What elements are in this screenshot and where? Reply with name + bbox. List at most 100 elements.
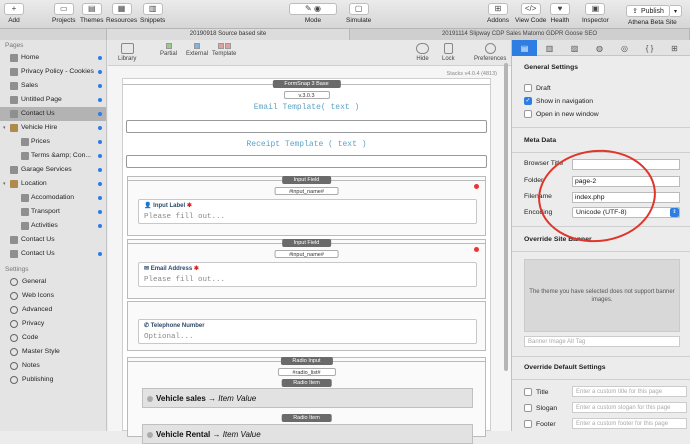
checkmark-icon: ✓ — [524, 97, 532, 105]
sidebar-settings-item[interactable]: Master Style — [0, 345, 106, 359]
lock-button[interactable]: Lock — [442, 43, 455, 62]
sidebar-page-item[interactable]: ▾ Vehicle Hire — [0, 121, 106, 135]
sidebar-settings-label: Code — [22, 334, 39, 341]
tab-slipway-site[interactable]: 20191114 Slipway CDP Sales Matomo GDPR G… — [350, 29, 690, 40]
preferences-button[interactable]: Preferences — [474, 43, 506, 62]
unpublished-dot-icon — [98, 84, 102, 88]
sidebar-settings-item[interactable]: Web Icons — [0, 289, 106, 303]
theme-tab-icon[interactable]: ◍ — [587, 40, 612, 56]
page-icon — [10, 166, 18, 174]
override-defaults-heading: Override Default Settings — [524, 364, 606, 371]
sidebar-settings-item[interactable]: Publishing — [0, 373, 106, 387]
sidebar-settings-item[interactable]: General — [0, 275, 106, 289]
email-address-field[interactable]: ✉ Email Address ✱ Please fill out... — [138, 262, 477, 287]
page-icon — [21, 222, 29, 230]
disclosure-triangle-icon[interactable]: ▾ — [3, 121, 6, 135]
radio-item[interactable]: Vehicle Rental → Item Value — [142, 424, 473, 444]
health-button[interactable]: ♥ Health — [550, 3, 570, 24]
page-tab-icon[interactable]: ▤ — [512, 40, 537, 56]
layout-tab-icon[interactable]: ▥ — [537, 40, 562, 56]
sidebar-page-label: Sales — [21, 82, 39, 89]
sidebar-page-item[interactable]: Sales — [0, 79, 106, 93]
publish-caret-icon[interactable]: ▾ — [670, 5, 682, 17]
sidebar-page-item[interactable]: Accomodation — [0, 191, 106, 205]
projects-icon: ▭ — [53, 3, 74, 15]
sidebar-page-item[interactable]: Untitled Page — [0, 93, 106, 107]
sidebar-page-item[interactable]: Prices — [0, 135, 106, 149]
input-field-block[interactable]: Input Field #input_name# ✉ Email Address… — [127, 239, 486, 299]
input-field-block[interactable]: Input Field #input_name# 👤 Input Label ✱… — [127, 176, 486, 236]
mode-control[interactable]: ✎ ◉ Mode — [289, 3, 337, 24]
snippets-button[interactable]: ▥ Snippets — [140, 3, 165, 24]
sidebar-page-item[interactable]: ▾ Location — [0, 177, 106, 191]
input-label-field[interactable]: 👤 Input Label ✱ Please fill out... — [138, 199, 477, 224]
sidebar-settings-item[interactable]: Code — [0, 331, 106, 345]
footer-input[interactable]: Enter a custom footer for this page — [572, 418, 687, 429]
publish-control[interactable]: ⇪ Publish ▾ Athena Beta Site — [626, 5, 682, 26]
receipt-template-input[interactable] — [126, 155, 487, 168]
disclosure-triangle-icon[interactable]: ▾ — [3, 177, 6, 191]
draft-checkbox[interactable]: Draft — [524, 84, 551, 92]
partial-button[interactable]: Partial — [160, 43, 177, 57]
projects-button[interactable]: ▭ Projects — [52, 3, 75, 24]
view-code-button[interactable]: </> View Code — [515, 3, 546, 24]
hide-button[interactable]: Hide — [416, 43, 429, 62]
formsnap-title[interactable]: FormSnap 3 Base — [272, 80, 341, 88]
sidebar-page-label: Accomodation — [31, 194, 75, 201]
canvas-scrollbar[interactable] — [502, 63, 510, 431]
tab-source-site[interactable]: 20190918 Source based site — [107, 29, 350, 40]
page-content: FormSnap 3 Base v.3.0.3 Email Template( … — [122, 78, 491, 444]
sidebar-page-label: Home — [21, 54, 40, 61]
sidebar-page-item[interactable]: Garage Services — [0, 163, 106, 177]
target-tab-icon[interactable]: ◎ — [612, 40, 637, 56]
library-button[interactable]: Library — [118, 43, 136, 62]
image-tab-icon[interactable]: ▨ — [562, 40, 587, 56]
banner-alt-input[interactable]: Banner Image Alt Tag — [524, 336, 680, 347]
page-icon — [10, 236, 18, 244]
telephone-field-block[interactable]: ✆ Telephone Number Optional... — [127, 301, 486, 351]
sidebar-page-item[interactable]: Privacy Policy - Cookies — [0, 65, 106, 79]
slogan-checkbox[interactable]: Slogan — [524, 404, 557, 412]
title-input[interactable]: Enter a custom title for this page — [572, 386, 687, 397]
add-button[interactable]: + Add — [4, 3, 24, 24]
projects-label: Projects — [52, 17, 76, 24]
radio-circle-icon — [147, 431, 153, 438]
email-template-input[interactable] — [126, 120, 487, 133]
more-tab-icon[interactable]: ⊞ — [662, 40, 687, 56]
simulate-button[interactable]: ▢ Simulate — [346, 3, 371, 24]
sidebar-settings-item[interactable]: Privacy — [0, 317, 106, 331]
unpublished-dot-icon — [98, 168, 102, 172]
slogan-input[interactable]: Enter a custom slogan for this page — [572, 402, 687, 413]
sidebar-page-item[interactable]: Contact Us — [0, 107, 106, 121]
sidebar-page-item[interactable]: Contact Us — [0, 247, 106, 261]
telephone-field[interactable]: ✆ Telephone Number Optional... — [138, 319, 477, 344]
sidebar-page-item[interactable]: Activities — [0, 219, 106, 233]
inspector-button[interactable]: ▣ Inspector — [582, 3, 609, 24]
code-tab-icon[interactable]: { } — [637, 40, 662, 56]
resources-button[interactable]: ▦ Resources — [106, 3, 137, 24]
scrollbar-thumb[interactable] — [504, 63, 508, 371]
title-checkbox[interactable]: Title — [524, 388, 549, 396]
template-button[interactable]: Template — [212, 43, 236, 57]
themes-button[interactable]: ▤ Themes — [80, 3, 103, 24]
radio-item[interactable]: Vehicle sales → Item Value — [142, 388, 473, 408]
sidebar-settings-item[interactable]: Advanced — [0, 303, 106, 317]
sidebar-page-item[interactable]: Home — [0, 51, 106, 65]
external-button[interactable]: External — [186, 43, 208, 57]
checkbox-icon — [524, 420, 532, 428]
sidebar-page-item[interactable]: Contact Us — [0, 233, 106, 247]
radio-item-header: Radio Item — [281, 414, 332, 422]
open-in-new-window-checkbox[interactable]: Open in new window — [524, 110, 599, 118]
publish-button[interactable]: ⇪ Publish — [626, 5, 670, 17]
show-in-navigation-checkbox[interactable]: ✓ Show in navigation — [524, 97, 593, 105]
radio-input-block[interactable]: Radio Input #radio_list# Radio Item Vehi… — [127, 357, 486, 444]
template-label: Template — [212, 51, 237, 57]
addons-button[interactable]: ⊞ Addons — [487, 3, 509, 24]
sidebar-settings-item[interactable]: Notes — [0, 359, 106, 373]
footer-checkbox[interactable]: Footer — [524, 420, 556, 428]
sidebar-page-item[interactable]: Terms &amp; Con... — [0, 149, 106, 163]
sidebar-page-item[interactable]: Transport — [0, 205, 106, 219]
stacks-version: Stacks v4.0.4 (4813) — [446, 71, 497, 77]
required-indicator — [474, 184, 479, 189]
settings-icon — [10, 334, 18, 342]
